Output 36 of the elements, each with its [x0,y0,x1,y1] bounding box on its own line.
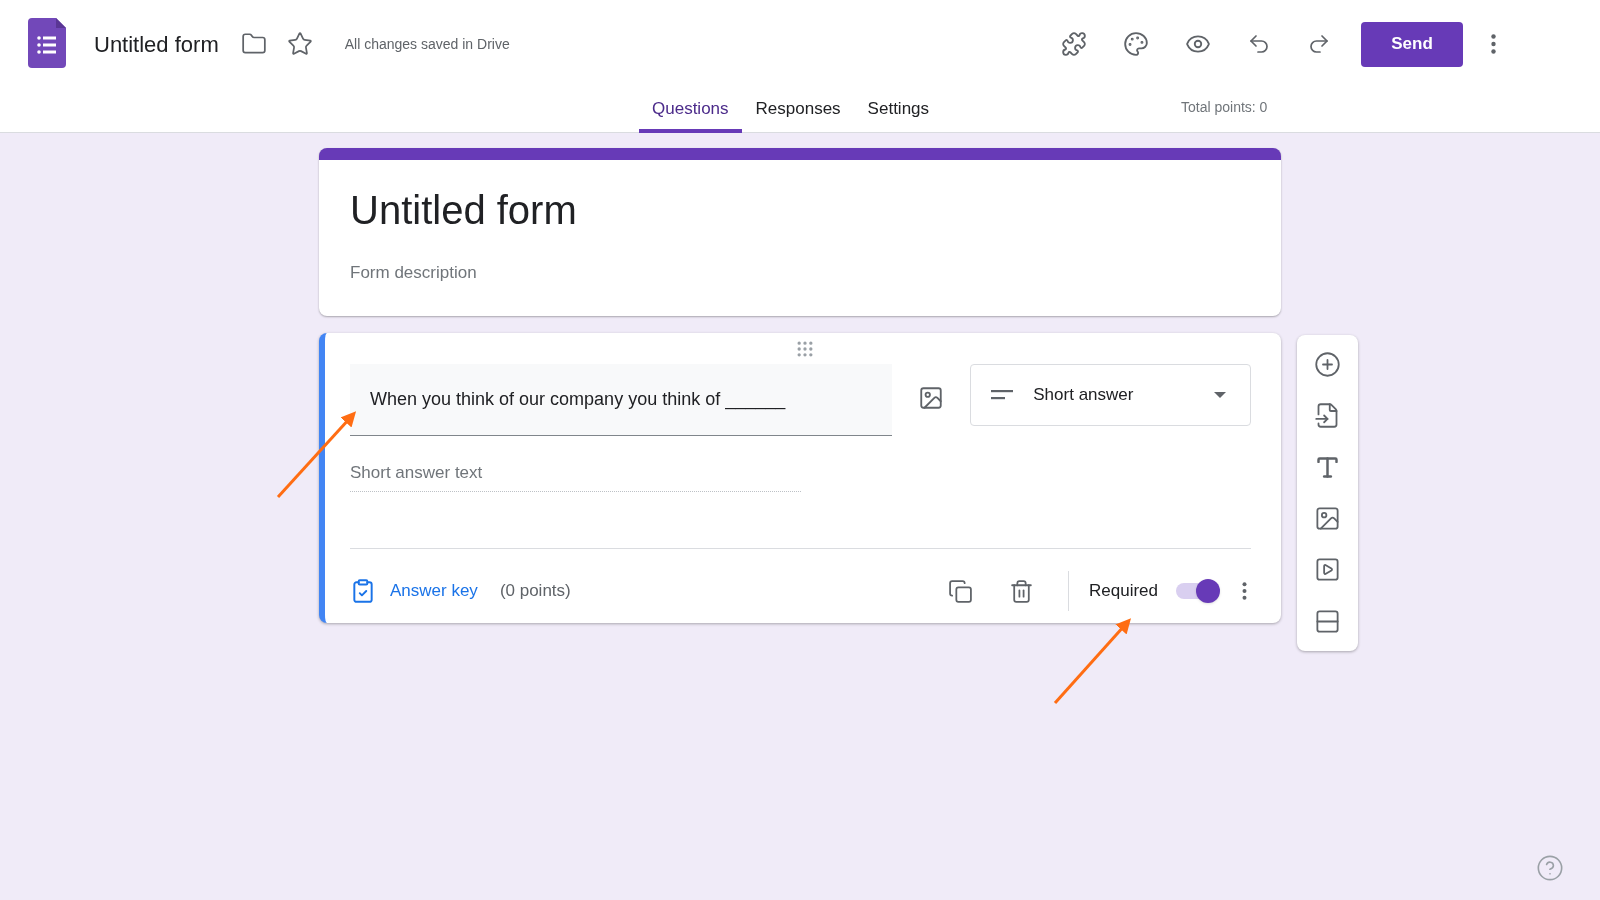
image-icon [918,384,945,411]
tab[interactable]: Settings [854,88,943,133]
trash-icon [1009,578,1034,604]
document-title[interactable]: Untitled form [94,27,219,61]
question-field[interactable]: When you think of our company you think of ______ [350,363,893,436]
required-toggle[interactable] [1174,579,1220,603]
puzzle-icon [1061,31,1087,57]
section-icon [1314,607,1341,635]
tab[interactable]: Questions [639,88,742,133]
more-vertical-icon [1491,34,1496,54]
star-icon[interactable] [286,31,313,57]
form-title[interactable]: Untitled form [350,186,1281,234]
copy-icon [948,578,973,604]
plus-circle-icon [1314,351,1341,379]
more-vertical-icon [1242,582,1247,600]
points-label: (0 points) [499,580,571,603]
folder-icon[interactable] [240,31,267,57]
undo-icon [1247,32,1271,56]
image-icon [1314,505,1341,533]
palette-icon [1123,31,1149,57]
form-description-field[interactable]: Form description [350,260,1230,286]
help-icon [1536,854,1564,882]
total-points: Total points: 0 [1181,98,1268,117]
video-icon [1314,556,1341,584]
answer-key-button[interactable]: Answer key [350,578,478,604]
tab[interactable]: Responses [742,88,854,133]
dropdown-caret-icon [1214,391,1226,398]
short-answer-field[interactable]: Short answer text [350,459,801,492]
save-status: All changes saved in Drive [344,34,510,54]
question-type-dropdown[interactable]: Short answer [970,363,1251,426]
short-text-icon [991,389,1014,400]
clipboard-check-icon [350,578,376,604]
redo-icon [1307,32,1331,56]
forms-logo-icon[interactable] [28,18,66,68]
send-button[interactable]: Send [1361,21,1463,67]
required-label: Required [1089,580,1158,603]
